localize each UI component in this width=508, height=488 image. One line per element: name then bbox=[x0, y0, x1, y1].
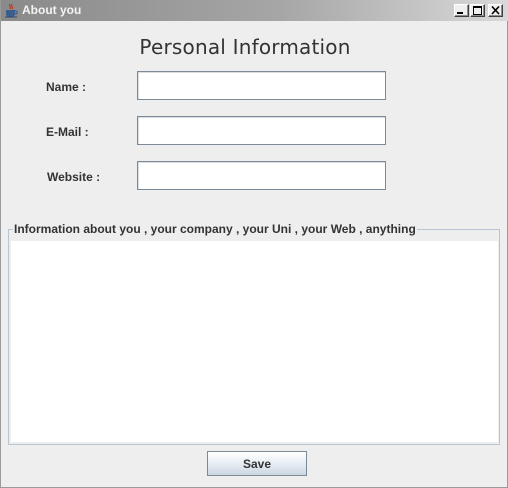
save-button[interactable]: Save bbox=[207, 451, 307, 476]
maximize-button[interactable] bbox=[470, 4, 485, 17]
minimize-icon bbox=[457, 12, 463, 14]
window-title: About you bbox=[22, 3, 82, 17]
maximize-icon bbox=[473, 6, 482, 15]
title-bar[interactable]: About you bbox=[1, 0, 508, 21]
email-field[interactable] bbox=[137, 116, 386, 145]
minimize-button[interactable] bbox=[454, 4, 469, 17]
close-button[interactable] bbox=[488, 4, 503, 17]
about-you-window: About you Personal Information Name : E-… bbox=[0, 0, 508, 488]
java-coffee-cup-icon bbox=[4, 3, 18, 18]
website-field[interactable] bbox=[137, 161, 386, 190]
about-group-legend: Information about you , your company , y… bbox=[13, 222, 417, 236]
close-icon bbox=[491, 6, 500, 15]
name-label: Name : bbox=[46, 80, 87, 94]
website-label: Website : bbox=[47, 170, 101, 184]
about-textarea[interactable] bbox=[11, 241, 498, 442]
name-field[interactable] bbox=[137, 71, 386, 100]
email-label: E-Mail : bbox=[46, 125, 89, 139]
page-title: Personal Information bbox=[139, 35, 351, 59]
